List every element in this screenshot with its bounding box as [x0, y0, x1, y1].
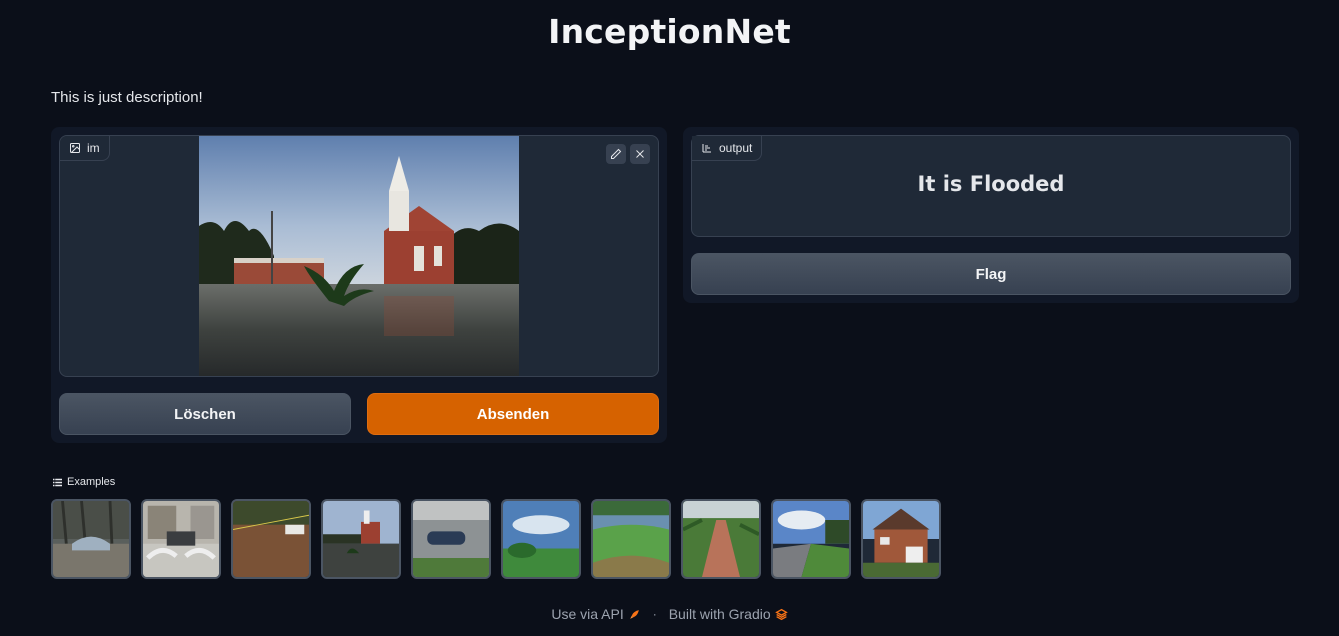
output-block: output It is Flooded	[691, 135, 1291, 237]
example-car-driving-through-flood[interactable]	[141, 499, 221, 579]
page-title: InceptionNet	[548, 12, 791, 51]
flag-button[interactable]: Flag	[691, 253, 1291, 295]
footer: Use via API · Built with Gradio	[0, 606, 1339, 622]
footer-separator: ·	[652, 607, 657, 621]
example-flooded-car-in-forest[interactable]	[51, 499, 131, 579]
api-link[interactable]: Use via API	[551, 606, 640, 622]
page-description: This is just description!	[51, 89, 203, 106]
example-flooded-church[interactable]	[321, 499, 401, 579]
list-icon	[53, 478, 62, 486]
example-suburban-road[interactable]	[771, 499, 851, 579]
example-green-valley[interactable]	[591, 499, 671, 579]
gradio-logo-icon	[774, 608, 788, 620]
output-label: output	[692, 136, 763, 161]
example-green-field-blue-sky[interactable]	[501, 499, 581, 579]
uploaded-image	[199, 136, 519, 376]
gradio-link[interactable]: Built with Gradio	[669, 606, 788, 622]
gradio-link-text: Built with Gradio	[668, 606, 771, 622]
example-flooded-car-street[interactable]	[411, 499, 491, 579]
input-panel: im Löschen Absenden	[51, 127, 667, 443]
api-link-text: Use via API	[551, 606, 624, 622]
rocket-icon	[629, 609, 639, 619]
output-label-text: output	[719, 141, 753, 155]
examples-label: Examples	[53, 476, 115, 488]
chart-icon	[702, 144, 711, 153]
image-input[interactable]: im	[59, 135, 659, 377]
remove-image-button[interactable]	[630, 144, 650, 164]
pencil-icon	[611, 148, 622, 159]
examples-label-text: Examples	[67, 476, 116, 488]
image-input-label: im	[60, 136, 110, 161]
close-icon	[636, 150, 644, 158]
output-value: It is Flooded	[917, 172, 1065, 196]
examples-gallery	[51, 499, 941, 579]
submit-button[interactable]: Absenden	[367, 393, 659, 435]
image-input-label-text: im	[87, 141, 100, 155]
example-dirt-path-plants[interactable]	[681, 499, 761, 579]
image-icon	[70, 143, 80, 153]
example-flooded-field[interactable]	[231, 499, 311, 579]
example-brick-house[interactable]	[861, 499, 941, 579]
output-panel: output It is Flooded Flag	[683, 127, 1299, 303]
edit-image-button[interactable]	[606, 144, 626, 164]
clear-button[interactable]: Löschen	[59, 393, 351, 435]
